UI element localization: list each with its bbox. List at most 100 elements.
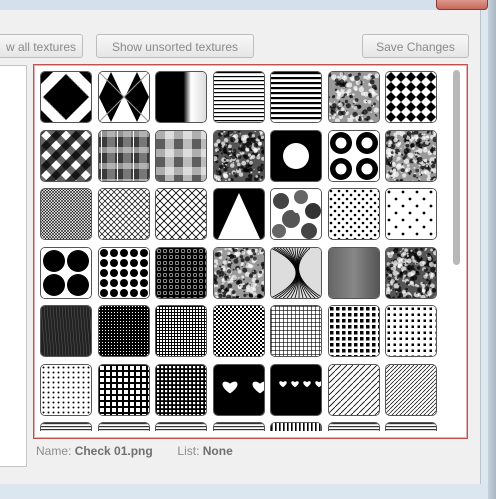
texture-tile[interactable] [328,71,380,123]
list-value: None [202,444,233,458]
texture-tile[interactable] [40,247,92,299]
scrollbar-thumb[interactable] [453,70,460,265]
texture-preview [329,365,379,415]
texture-preview [99,365,149,415]
texture-tile[interactable] [213,364,265,416]
texture-preview [329,423,379,431]
status-bar: Name: Check 01.png List: None [36,444,233,458]
texture-preview [214,72,264,122]
texture-tile[interactable] [328,247,380,299]
name-label: Name: [36,444,72,458]
show-unsorted-textures-button[interactable]: Show unsorted textures [96,34,254,58]
texture-tile[interactable] [213,130,265,182]
texture-preview [271,306,321,356]
title-bar [0,0,496,10]
texture-preview [329,131,379,181]
texture-preview [156,189,206,239]
texture-tile[interactable] [213,422,265,431]
texture-preview [271,423,321,431]
texture-tile[interactable] [270,71,322,123]
show-all-textures-button[interactable]: w all textures [0,34,83,58]
texture-tile[interactable] [270,130,322,182]
texture-preview [156,131,206,181]
texture-tile[interactable] [40,305,92,357]
window-border-bottom [0,484,488,499]
texture-preview [214,423,264,431]
texture-tile[interactable] [385,188,437,240]
texture-preview [41,306,91,356]
texture-tile[interactable] [270,305,322,357]
texture-tile[interactable] [40,71,92,123]
texture-tile[interactable] [328,422,380,431]
texture-tile[interactable] [155,305,207,357]
texture-tile[interactable] [385,247,437,299]
save-changes-button[interactable]: Save Changes [362,34,469,58]
texture-tile[interactable] [98,247,150,299]
texture-preview [329,306,379,356]
texture-tile[interactable] [385,305,437,357]
texture-preview [271,131,321,181]
texture-tile[interactable] [155,247,207,299]
texture-tile[interactable] [270,247,322,299]
texture-tile[interactable] [385,364,437,416]
texture-preview [156,72,206,122]
texture-tile[interactable] [98,130,150,182]
texture-tile[interactable] [155,422,207,431]
texture-tile[interactable] [40,364,92,416]
texture-tile[interactable] [40,130,92,182]
texture-tile[interactable] [98,188,150,240]
texture-preview [386,365,436,415]
name-value: Check 01.png [74,444,153,458]
texture-tile[interactable] [270,422,322,431]
texture-tile[interactable] [155,188,207,240]
texture-preview [329,248,379,298]
texture-preview [386,189,436,239]
texture-tile[interactable] [270,364,322,416]
texture-preview [99,131,149,181]
texture-preview [386,248,436,298]
texture-tile[interactable] [385,71,437,123]
texture-tile[interactable] [328,188,380,240]
texture-tile[interactable] [328,130,380,182]
texture-tile[interactable] [328,364,380,416]
texture-preview [99,306,149,356]
texture-preview [386,131,436,181]
texture-preview [214,306,264,356]
texture-tile[interactable] [40,422,92,431]
texture-tile[interactable] [98,305,150,357]
texture-tile[interactable] [270,188,322,240]
texture-tile[interactable] [213,305,265,357]
texture-preview [99,423,149,431]
texture-preview [41,189,91,239]
texture-tile[interactable] [385,422,437,431]
texture-tile[interactable] [98,364,150,416]
texture-tile[interactable] [155,71,207,123]
texture-grid[interactable] [33,64,468,439]
texture-preview [41,423,91,431]
texture-preview [41,365,91,415]
texture-tile[interactable] [155,364,207,416]
texture-preview [386,72,436,122]
texture-tile[interactable] [40,188,92,240]
texture-preview [329,189,379,239]
texture-tile[interactable] [213,188,265,240]
texture-tile[interactable] [213,247,265,299]
texture-tile[interactable] [213,71,265,123]
texture-preview [214,365,264,415]
texture-tile[interactable] [328,305,380,357]
window-border [488,0,496,499]
texture-tile[interactable] [98,422,150,431]
texture-tile[interactable] [98,71,150,123]
close-window-button[interactable] [436,0,488,10]
texture-preview [214,189,264,239]
texture-tile[interactable] [155,130,207,182]
texture-preview [156,365,206,415]
texture-preview [41,248,91,298]
texture-preview [214,131,264,181]
texture-preview [386,423,436,431]
texture-preview [271,72,321,122]
list-panel[interactable] [0,65,27,467]
texture-preview [41,131,91,181]
texture-tile[interactable] [385,130,437,182]
texture-preview [214,248,264,298]
